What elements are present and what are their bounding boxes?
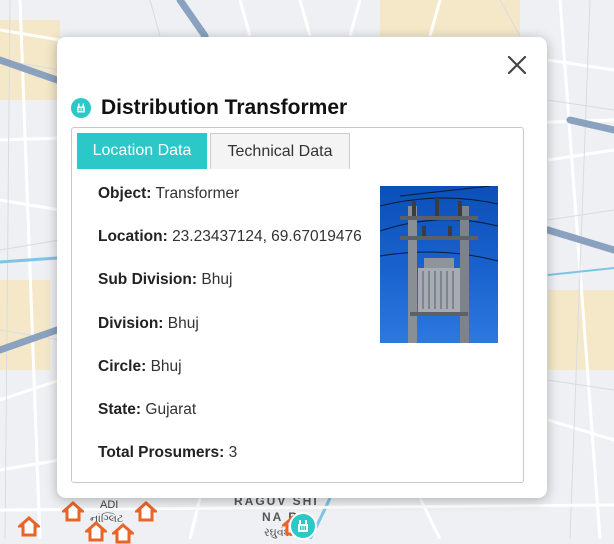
transformer-pole-image xyxy=(380,186,498,343)
house-marker-icon[interactable] xyxy=(112,522,134,544)
close-icon[interactable] xyxy=(507,55,527,75)
map-area-label: ADI xyxy=(100,499,119,511)
field-value: 3 xyxy=(228,444,238,462)
popup-title: Distribution Transformer xyxy=(101,96,348,119)
field-label: Location: xyxy=(98,228,168,246)
field-value: 23.23437124, 69.67019476 xyxy=(172,228,362,246)
transformer-info-popup: Distribution Transformer Location Data T… xyxy=(57,37,547,498)
field-label: Circle: xyxy=(98,357,147,375)
field-value: Transformer xyxy=(155,185,240,202)
location-fields: Object: Transformer Location: 23.2343712… xyxy=(98,185,362,487)
transformer-icon xyxy=(71,98,91,118)
field-value: Bhuj xyxy=(150,357,182,375)
field-sub-division: Sub Division: Bhuj xyxy=(98,271,362,314)
field-label: Division: xyxy=(98,314,164,332)
field-value: Bhuj xyxy=(167,314,199,332)
tab-panel: Location Data Technical Data Object: Tra… xyxy=(71,127,524,483)
popup-header: Distribution Transformer xyxy=(71,96,347,120)
field-label: Total Prosumers: xyxy=(98,444,225,462)
field-label: Object: xyxy=(98,185,152,202)
house-marker-icon[interactable] xyxy=(135,500,157,522)
field-value: Gujarat xyxy=(145,400,197,418)
close-button[interactable] xyxy=(505,53,529,77)
tab-technical-data[interactable]: Technical Data xyxy=(210,133,350,169)
field-circle: Circle: Bhuj xyxy=(98,358,362,401)
field-location: Location: 23.23437124, 69.67019476 xyxy=(98,228,362,271)
field-total-prosumers: Total Prosumers: 3 xyxy=(98,444,362,487)
house-marker-icon[interactable] xyxy=(62,500,84,522)
field-division: Division: Bhuj xyxy=(98,315,362,358)
house-marker-icon[interactable] xyxy=(18,515,40,537)
field-value: Bhuj xyxy=(201,271,233,289)
field-label: State: xyxy=(98,400,142,418)
field-state: State: Gujarat xyxy=(98,401,362,444)
field-label: Sub Division: xyxy=(98,271,198,289)
field-object: Object: Transformer xyxy=(98,185,362,228)
transformer-marker-icon[interactable] xyxy=(289,512,317,540)
tab-location-data[interactable]: Location Data xyxy=(77,133,207,169)
transformer-photo xyxy=(380,186,498,343)
